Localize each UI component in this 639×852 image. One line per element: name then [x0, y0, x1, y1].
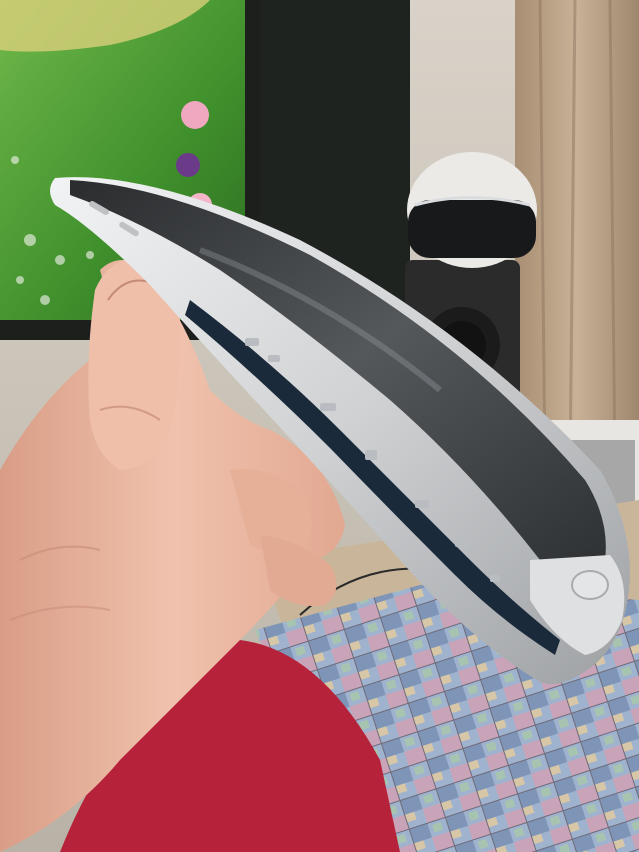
home-button	[571, 570, 609, 600]
photo-scene	[0, 0, 639, 852]
game-character	[181, 101, 209, 129]
photo-illustration	[0, 0, 639, 852]
